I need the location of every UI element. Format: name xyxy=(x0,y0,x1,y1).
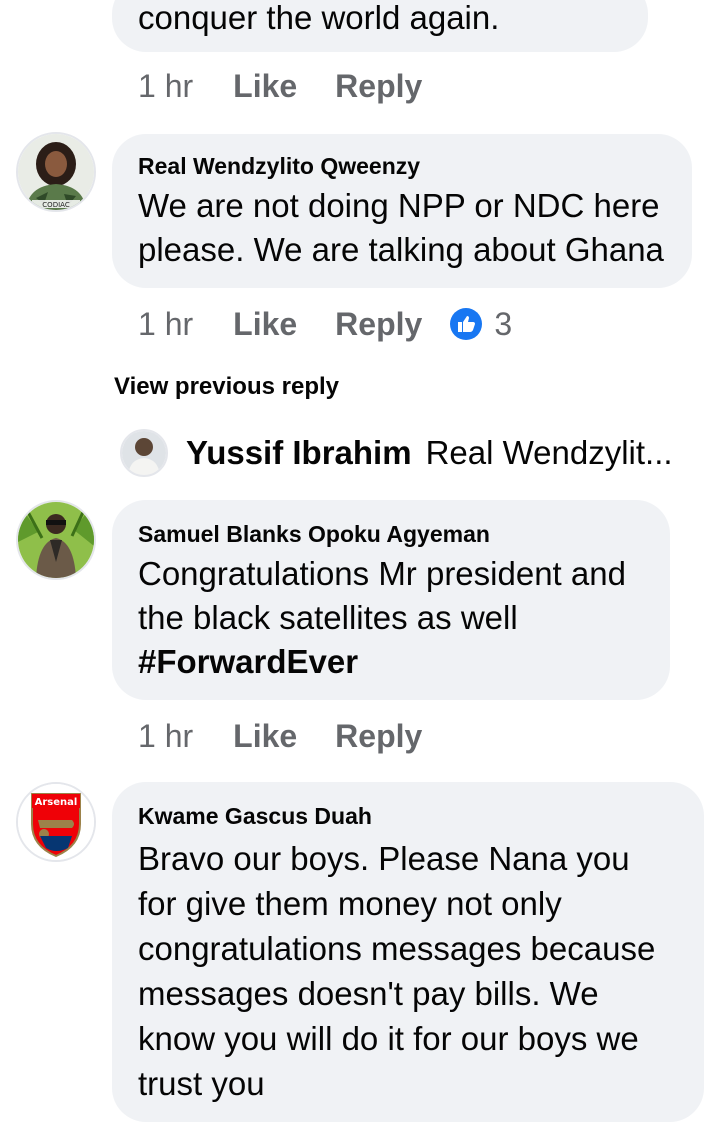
comment-actions: 1 hr Like Reply xyxy=(138,66,460,106)
crest-text: Arsenal xyxy=(35,797,78,808)
reaction-count: 3 xyxy=(494,305,513,342)
avatar[interactable] xyxy=(16,500,96,580)
avatar xyxy=(120,429,168,477)
hashtag-link[interactable]: #ForwardEver xyxy=(138,640,644,684)
like-button[interactable]: Like xyxy=(233,306,297,343)
avatar[interactable]: CODIAC xyxy=(16,132,96,212)
thumbs-up-icon xyxy=(450,308,483,340)
comment-time[interactable]: 1 hr xyxy=(138,68,193,105)
reply-text: Real Wendzylit... xyxy=(425,434,673,471)
view-previous-reply-link[interactable]: View previous reply xyxy=(114,372,339,402)
reply-button[interactable]: Reply xyxy=(335,306,422,343)
comment-time[interactable]: 1 hr xyxy=(138,718,193,755)
avatar-photo: CODIAC xyxy=(18,134,94,210)
comment-author[interactable]: Real Wendzylito Qweenzy xyxy=(138,152,666,180)
comment-text: We are not doing NPP or NDC here please.… xyxy=(138,187,664,268)
reply-preview[interactable]: Yussif Ibrahim Real Wendzylit... xyxy=(120,428,680,478)
like-button[interactable]: Like xyxy=(233,718,297,755)
comment-actions: 1 hr Like Reply 3 xyxy=(138,304,512,344)
like-button[interactable]: Like xyxy=(233,68,297,105)
comment-text: Bravo our boys. Please Nana you for give… xyxy=(138,840,656,1102)
avatar-photo xyxy=(18,502,94,578)
comment-bubble: conquer the world again. xyxy=(112,0,648,52)
avatar[interactable]: Arsenal xyxy=(16,782,96,862)
comment-bubble: Samuel Blanks Opoku Agyeman Congratulati… xyxy=(112,500,670,700)
comment-text: Congratulations Mr president and the bla… xyxy=(138,555,626,636)
arsenal-crest-logo: Arsenal xyxy=(18,784,94,860)
reply-author: Yussif Ibrahim xyxy=(186,434,412,471)
comment-bubble: Kwame Gascus Duah Bravo our boys. Please… xyxy=(112,782,704,1122)
reply-button[interactable]: Reply xyxy=(335,718,422,755)
comment-author[interactable]: Samuel Blanks Opoku Agyeman xyxy=(138,520,644,548)
avatar-shirt-text: CODIAC xyxy=(42,201,70,209)
comment-bubble: Real Wendzylito Qweenzy We are not doing… xyxy=(112,134,692,288)
reaction-summary[interactable]: 3 xyxy=(450,306,512,343)
comment-author[interactable]: Kwame Gascus Duah xyxy=(138,802,678,830)
reply-button[interactable]: Reply xyxy=(335,68,422,105)
comment-actions: 1 hr Like Reply xyxy=(138,716,460,756)
comment-text: conquer the world again. xyxy=(138,0,500,36)
comment-time[interactable]: 1 hr xyxy=(138,306,193,343)
